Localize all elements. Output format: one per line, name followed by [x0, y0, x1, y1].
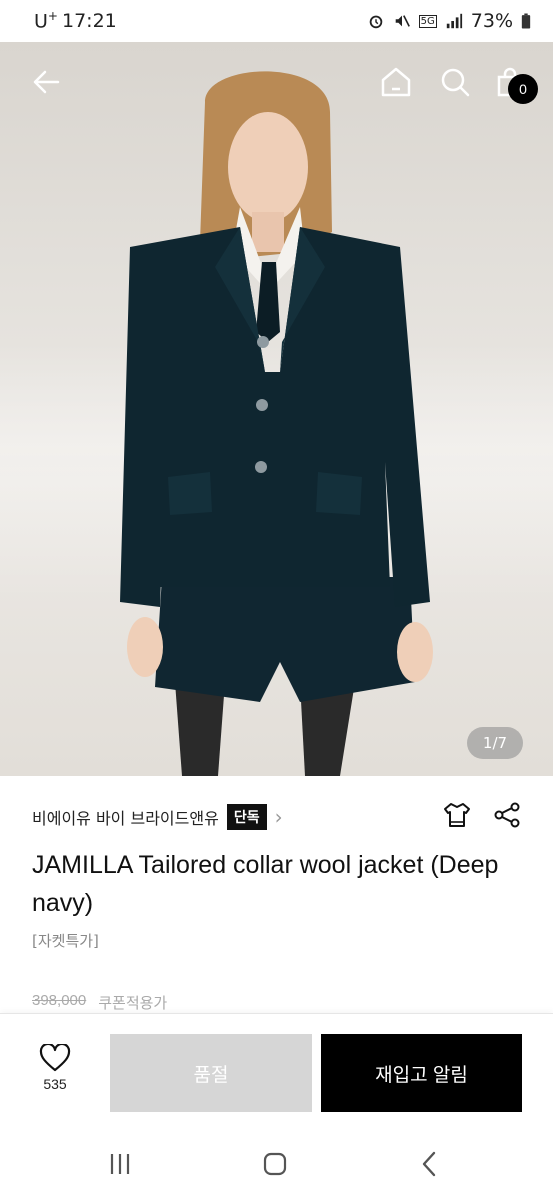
status-bar: U+ 17:21 5G 73%	[0, 0, 553, 42]
status-right: 5G 73%	[367, 10, 531, 32]
carrier-label: U+	[34, 9, 58, 33]
back-button[interactable]	[26, 62, 66, 102]
like-count: 535	[43, 1076, 67, 1092]
recent-apps-button[interactable]	[100, 1149, 140, 1179]
cart-count-badge: 0	[508, 74, 538, 104]
heart-icon	[39, 1044, 71, 1072]
chevron-right-icon: ›	[274, 805, 283, 829]
system-home-button[interactable]	[255, 1149, 295, 1179]
exclusive-badge: 단독	[226, 804, 267, 830]
product-image[interactable]	[0, 42, 553, 776]
restock-alert-button[interactable]: 재입고 알림	[321, 1034, 522, 1112]
search-button[interactable]	[435, 62, 475, 102]
product-title: JAMILLA Tailored collar wool jacket (Dee…	[32, 851, 499, 917]
arrow-left-icon	[33, 70, 60, 94]
size-guide-button[interactable]	[442, 800, 472, 834]
product-tag: [자켓특가]	[32, 932, 99, 950]
brand-row[interactable]: 비에이유 바이 브라이드앤유 단독 ›	[32, 800, 522, 834]
share-button[interactable]	[492, 800, 522, 834]
shirt-icon	[444, 803, 470, 827]
status-time: 17:21	[61, 9, 117, 32]
coupon-price-label: 쿠폰적용가	[98, 994, 168, 1012]
home-icon	[381, 67, 411, 97]
chevron-left-icon	[422, 1151, 436, 1177]
search-icon	[441, 68, 470, 97]
battery-percent: 73%	[470, 10, 513, 32]
alarm-icon	[369, 15, 382, 29]
home-button[interactable]	[376, 62, 416, 102]
mute-icon	[395, 15, 410, 27]
system-nav-bar	[0, 1125, 553, 1200]
brand-name[interactable]: 비에이유 바이 브라이드앤유	[32, 805, 219, 829]
action-bar: 535 품절 재입고 알림	[0, 1013, 553, 1125]
price-row: 398,000 쿠폰적용가	[32, 992, 167, 1013]
system-back-button[interactable]	[410, 1149, 450, 1179]
model-illustration	[120, 71, 433, 776]
home-square-icon	[263, 1152, 287, 1176]
top-nav	[0, 42, 553, 122]
share-icon	[494, 802, 520, 828]
brand-actions	[442, 800, 522, 834]
original-price: 398,000	[32, 992, 87, 1009]
network-label: 5G	[418, 14, 437, 28]
status-left: U+ 17:21	[34, 9, 117, 32]
battery-icon	[521, 13, 531, 29]
signal-icon	[446, 13, 462, 29]
like-button[interactable]: 535	[22, 1044, 88, 1104]
gallery-page-indicator: 1/7	[467, 727, 523, 759]
soldout-button[interactable]: 품절	[110, 1034, 312, 1112]
recents-icon	[110, 1154, 130, 1174]
